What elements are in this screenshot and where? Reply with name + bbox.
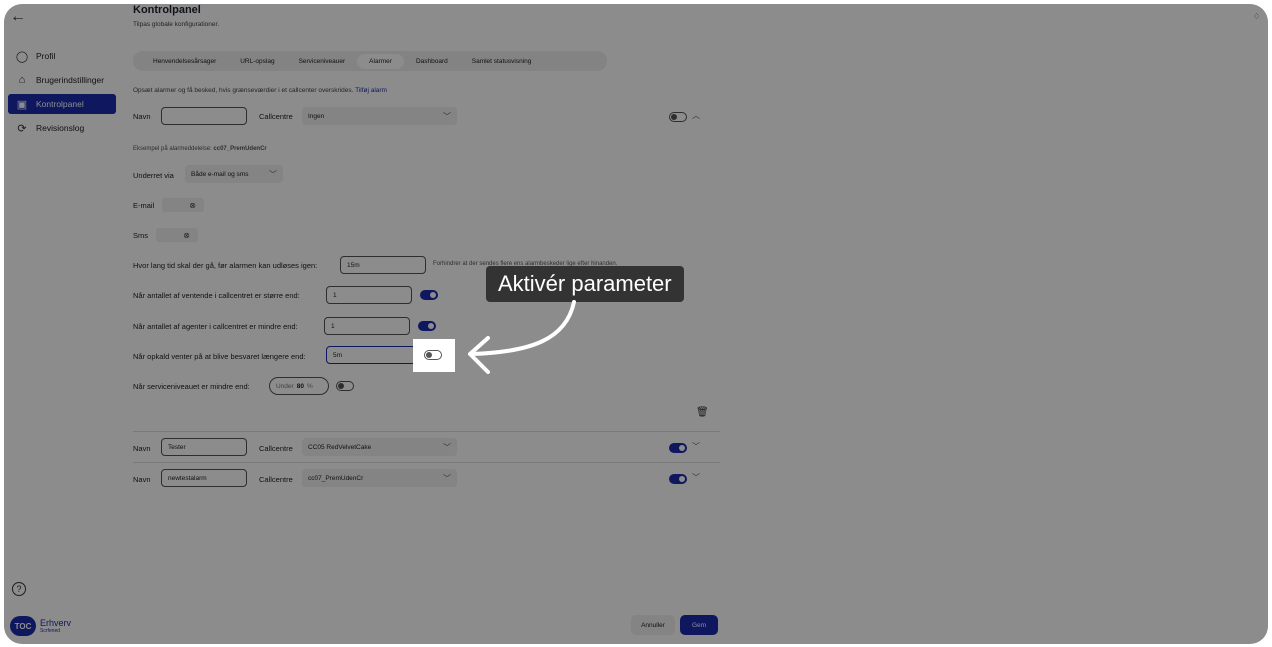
logo-subtext: Scrfened	[40, 627, 61, 634]
tab-bar: Henvendelsesårsager URL-opslag Serviceni…	[133, 51, 607, 71]
page-subtitle: Tilpas globale konfigurationer.	[133, 21, 220, 28]
sidebar-item-label: Kontrolpanel	[36, 99, 84, 109]
description-text: Opsæt alarmer og få besked, hvis grænsev…	[133, 87, 354, 94]
home-icon: ⌂	[18, 74, 26, 86]
sms-label: Sms	[133, 231, 148, 240]
callcentre-value: CC05 RedVelvetCake	[308, 443, 372, 451]
tab-henvendelsesarsager[interactable]: Henvendelsesårsager	[141, 54, 228, 69]
name-label: Navn	[133, 444, 151, 453]
service-toggle[interactable]	[336, 381, 354, 391]
sidebar-item-profil[interactable]: ◯ Profil	[8, 46, 116, 66]
chevron-down-icon: ﹀	[443, 473, 451, 483]
alarm-enable-toggle[interactable]	[669, 474, 687, 484]
sidebar-item-label: Profil	[36, 51, 56, 61]
agents-toggle[interactable]	[418, 321, 436, 331]
waiting-label: Når antallet af ventende i callcentret e…	[133, 291, 300, 300]
answer-label: Når opkald venter på at blive besvaret l…	[133, 352, 306, 361]
spotlight-area	[413, 339, 455, 372]
tutorial-callout: Aktivér parameter	[486, 266, 684, 302]
sidebar-item-kontrolpanel[interactable]: ▣ Kontrolpanel	[8, 94, 116, 114]
agents-input[interactable]: 1	[324, 317, 410, 335]
service-input[interactable]: Under 80 %	[269, 377, 329, 395]
back-arrow-icon[interactable]: ←	[10, 8, 26, 26]
tab-samlet-statusvisning[interactable]: Samlet statusvisning	[460, 54, 544, 69]
tab-alarmer[interactable]: Alarmer	[357, 53, 404, 69]
help-icon[interactable]: ?	[12, 582, 26, 596]
cooldown-label: Hvor lang tid skal der gå, før alarmen k…	[133, 261, 318, 270]
callcentre-select[interactable]: CC05 RedVelvetCake ﹀	[302, 438, 457, 456]
answer-input[interactable]: 5m	[326, 346, 416, 364]
callcentre-label: Callcentre	[259, 475, 293, 484]
tab-dashboard[interactable]: Dashboard	[404, 54, 460, 69]
cancel-button[interactable]: Annuller	[631, 615, 675, 635]
tab-url-opslag[interactable]: URL-opslag	[228, 54, 286, 69]
divider	[133, 462, 720, 463]
sidebar-item-label: Revisionslog	[36, 123, 85, 133]
sidebar-item-revisionslog[interactable]: ⟳ Revisionslog	[8, 118, 116, 138]
divider	[133, 431, 720, 432]
name-input[interactable]	[161, 107, 247, 125]
add-alarm-link[interactable]: Tilføj alarm	[355, 87, 387, 94]
cooldown-input[interactable]: 15m	[340, 256, 426, 274]
example-value: cc07_PremUdenCr	[213, 146, 267, 152]
callcentre-value: Ingen	[308, 112, 325, 120]
chevron-up-icon[interactable]: ︿	[692, 110, 700, 121]
waiting-input[interactable]: 1	[326, 286, 412, 304]
trash-icon[interactable]: 🗑	[696, 407, 709, 418]
callcentre-label: Callcentre	[259, 444, 293, 453]
callcentre-select[interactable]: cc07_PremUdenCr ﹀	[302, 469, 457, 487]
sidebar-item-brugerindstillinger[interactable]: ⌂ Brugerindstillinger	[8, 70, 116, 90]
name-input[interactable]: newtestalarm	[161, 469, 247, 487]
name-label: Navn	[133, 475, 151, 484]
alarm-enable-toggle[interactable]	[669, 443, 687, 453]
user-icon: ◯	[15, 50, 29, 63]
service-value: 80	[296, 382, 304, 390]
email-label: E-mail	[133, 201, 155, 210]
app-window: ← ◯ Profil ⌂ Brugerindstillinger ▣ Kontr…	[4, 4, 1268, 644]
agents-label: Når antallet af agenter i callcentret er…	[133, 322, 298, 331]
logo-badge: TOC	[10, 616, 36, 636]
chevron-down-icon: ﹀	[443, 111, 451, 121]
service-prefix: Under	[276, 382, 294, 390]
example-prefix: Eksempel på alarmeddelelse:	[133, 146, 212, 152]
callcentre-value: cc07_PremUdenCr	[308, 474, 364, 482]
save-button[interactable]: Gem	[680, 615, 718, 635]
bell-icon[interactable]: ♢	[1253, 12, 1260, 21]
callcentre-label: Callcentre	[259, 112, 293, 121]
sms-chip[interactable]: ⊗	[156, 228, 198, 242]
sidebar-item-label: Brugerindstillinger	[36, 75, 105, 85]
alarm-description: Opsæt alarmer og få besked, hvis grænsev…	[133, 87, 387, 94]
chevron-down-icon[interactable]: ﹀	[692, 441, 700, 452]
example-message: Eksempel på alarmeddelelse: cc07_PremUde…	[133, 146, 267, 152]
sidebar: ← ◯ Profil ⌂ Brugerindstillinger ▣ Kontr…	[4, 4, 120, 644]
notify-value: Både e-mail og sms	[191, 170, 249, 178]
answer-toggle[interactable]	[424, 350, 442, 360]
panel-icon: ▣	[16, 98, 28, 111]
tab-serviceniveauer[interactable]: Serviceniveauer	[287, 54, 358, 69]
notify-select[interactable]: Både e-mail og sms ﹀	[185, 165, 283, 183]
name-label: Navn	[133, 112, 151, 121]
logo-text: Erhverv	[40, 617, 72, 628]
chevron-down-icon: ﹀	[443, 442, 451, 452]
clear-icon[interactable]: ⊗	[183, 231, 190, 240]
refresh-icon: ⟳	[17, 122, 27, 135]
email-chip[interactable]: ⊗	[162, 198, 204, 212]
waiting-toggle[interactable]	[420, 290, 438, 300]
page-title: Kontrolpanel	[133, 4, 201, 16]
service-label: Når serviceniveauet er mindre end:	[133, 382, 250, 391]
clear-icon[interactable]: ⊗	[189, 201, 196, 210]
logo: TOC Erhverv Scrfened	[10, 616, 71, 636]
alarm-enable-toggle[interactable]	[669, 112, 687, 122]
name-input[interactable]: Tester	[161, 438, 247, 456]
chevron-down-icon: ﹀	[269, 169, 277, 179]
notify-label: Underret via	[133, 171, 174, 180]
chevron-down-icon[interactable]: ﹀	[692, 472, 700, 483]
callcentre-select[interactable]: Ingen ﹀	[302, 107, 457, 125]
service-unit: %	[306, 382, 313, 390]
